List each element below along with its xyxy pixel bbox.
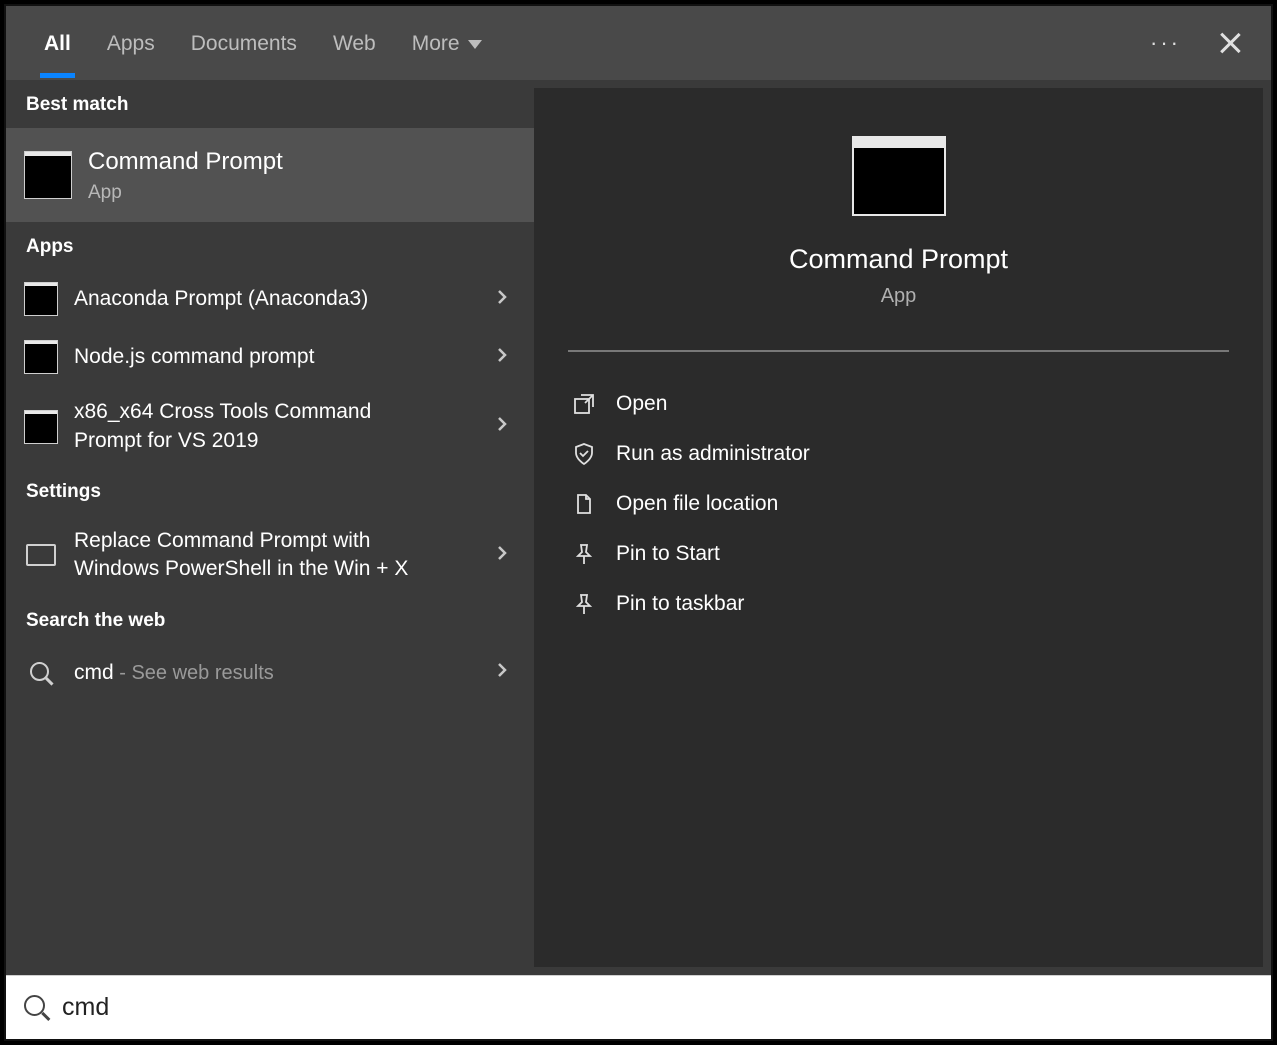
tab-web[interactable]: Web xyxy=(315,8,394,78)
result-title: x86_x64 Cross Tools Command Prompt for V… xyxy=(74,398,434,455)
result-web-search[interactable]: cmd - See web results xyxy=(6,644,534,702)
tab-more-label: More xyxy=(412,32,460,56)
folder-icon xyxy=(572,492,596,516)
tab-apps[interactable]: Apps xyxy=(89,8,173,78)
close-button[interactable] xyxy=(1219,32,1241,54)
shield-icon xyxy=(572,442,596,466)
chevron-right-icon[interactable] xyxy=(488,283,516,316)
action-label: Pin to taskbar xyxy=(616,592,744,616)
result-title: Node.js command prompt xyxy=(74,343,314,371)
search-input[interactable] xyxy=(62,993,1257,1022)
preview-title: Command Prompt xyxy=(789,244,1008,275)
action-run-as-admin[interactable]: Run as administrator xyxy=(564,430,1233,478)
search-icon xyxy=(24,995,50,1021)
pin-icon xyxy=(572,542,596,566)
action-label: Open xyxy=(616,392,667,416)
action-pin-to-taskbar[interactable]: Pin to taskbar xyxy=(564,580,1233,628)
chevron-right-icon[interactable] xyxy=(488,410,516,443)
section-header-web: Search the web xyxy=(6,596,534,644)
terminal-icon xyxy=(24,282,58,316)
chevron-right-icon[interactable] xyxy=(488,539,516,572)
options-button[interactable]: ··· xyxy=(1140,20,1191,66)
chevron-right-icon[interactable] xyxy=(488,341,516,374)
preview-pane: Command Prompt App Open Run as administr… xyxy=(534,88,1263,967)
results-pane: Best match Command Prompt App Apps Anaco… xyxy=(6,80,534,975)
command-prompt-icon xyxy=(24,151,72,199)
result-app-nodejs-prompt[interactable]: Node.js command prompt xyxy=(6,328,534,386)
result-title: Anaconda Prompt (Anaconda3) xyxy=(74,285,368,313)
result-app-vs-cross-tools[interactable]: x86_x64 Cross Tools Command Prompt for V… xyxy=(6,386,534,467)
web-suffix: - See web results xyxy=(114,662,274,684)
tab-more[interactable]: More xyxy=(394,8,500,78)
result-best-match[interactable]: Command Prompt App xyxy=(6,128,534,222)
web-query: cmd xyxy=(74,661,114,684)
result-subtitle: App xyxy=(88,182,283,204)
preview-subtitle: App xyxy=(881,285,917,308)
tab-all[interactable]: All xyxy=(26,8,89,78)
command-prompt-icon xyxy=(852,136,946,216)
result-app-anaconda-prompt[interactable]: Anaconda Prompt (Anaconda3) xyxy=(6,270,534,328)
open-icon xyxy=(572,392,596,416)
search-bar xyxy=(6,975,1271,1039)
result-title: Command Prompt xyxy=(88,146,283,178)
start-search-window: All Apps Documents Web More ··· Best mat… xyxy=(4,4,1273,1041)
monitor-icon xyxy=(26,544,56,566)
tab-documents[interactable]: Documents xyxy=(173,8,315,78)
action-label: Pin to Start xyxy=(616,542,720,566)
filter-tabs-bar: All Apps Documents Web More ··· xyxy=(6,6,1271,80)
section-header-apps: Apps xyxy=(6,222,534,270)
chevron-right-icon[interactable] xyxy=(488,656,516,689)
action-open-file-location[interactable]: Open file location xyxy=(564,480,1233,528)
action-pin-to-start[interactable]: Pin to Start xyxy=(564,530,1233,578)
terminal-icon xyxy=(24,340,58,374)
pin-icon xyxy=(572,592,596,616)
search-icon xyxy=(30,662,52,684)
section-header-best-match: Best match xyxy=(6,80,534,128)
result-setting-replace-cmd[interactable]: Replace Command Prompt with Windows Powe… xyxy=(6,515,534,596)
result-title: Replace Command Prompt with Windows Powe… xyxy=(74,527,454,584)
section-header-settings: Settings xyxy=(6,467,534,515)
terminal-icon xyxy=(24,410,58,444)
caret-down-icon xyxy=(468,40,482,49)
action-label: Open file location xyxy=(616,492,778,516)
action-open[interactable]: Open xyxy=(564,380,1233,428)
divider xyxy=(568,350,1229,352)
action-label: Run as administrator xyxy=(616,442,810,466)
